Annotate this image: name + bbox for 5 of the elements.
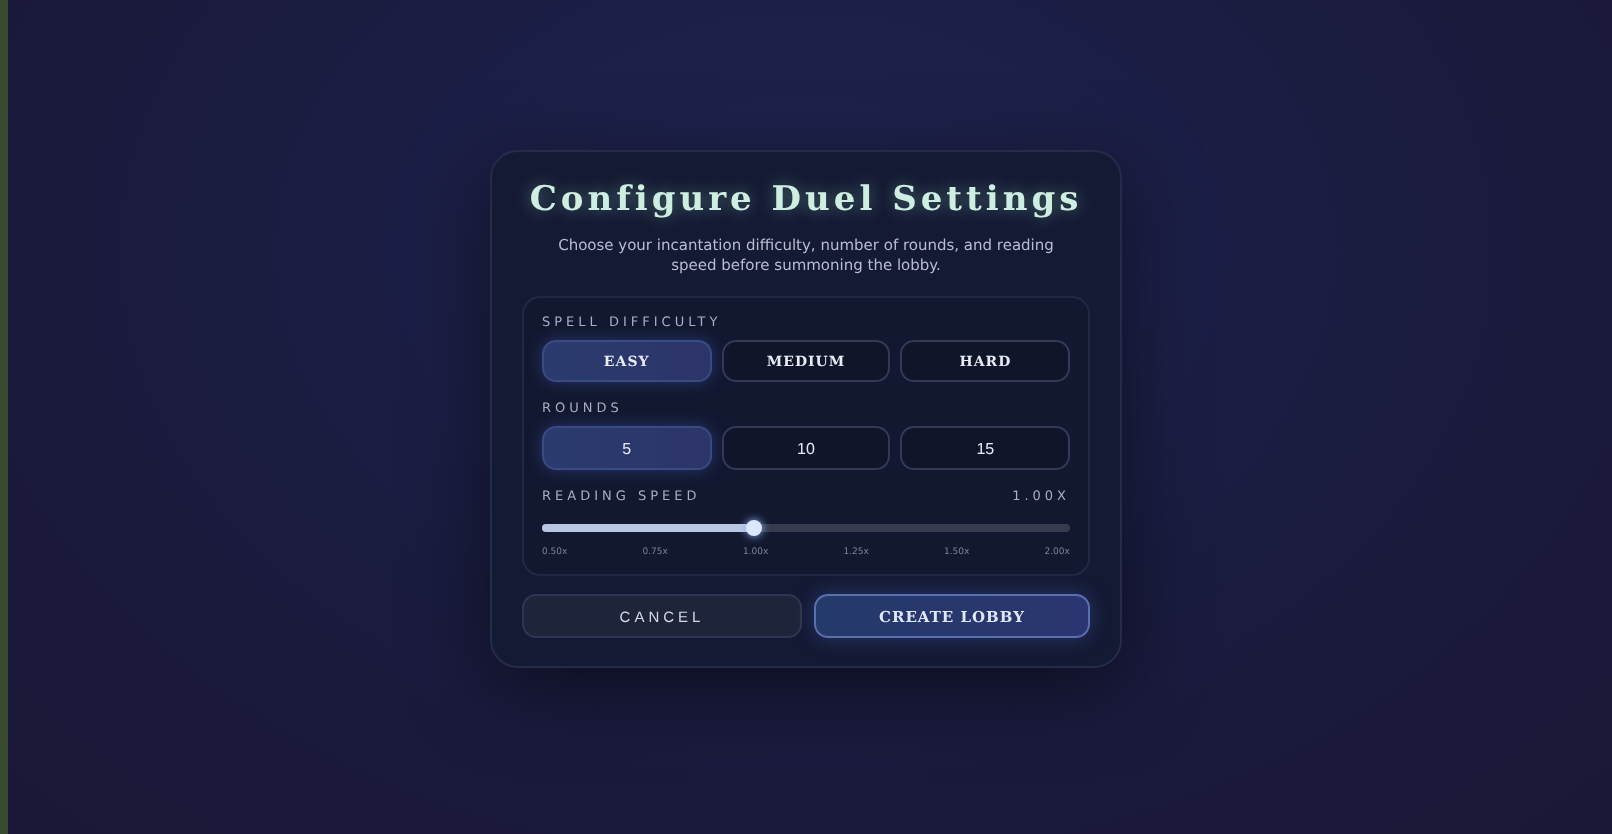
speed-slider[interactable] xyxy=(542,524,1070,532)
rounds-option[interactable]: 5 xyxy=(542,426,712,470)
rounds-option[interactable]: 15 xyxy=(900,426,1071,470)
rounds-option[interactable]: 10 xyxy=(721,426,891,470)
dialog-title: Configure Duel Settings xyxy=(529,180,1083,220)
